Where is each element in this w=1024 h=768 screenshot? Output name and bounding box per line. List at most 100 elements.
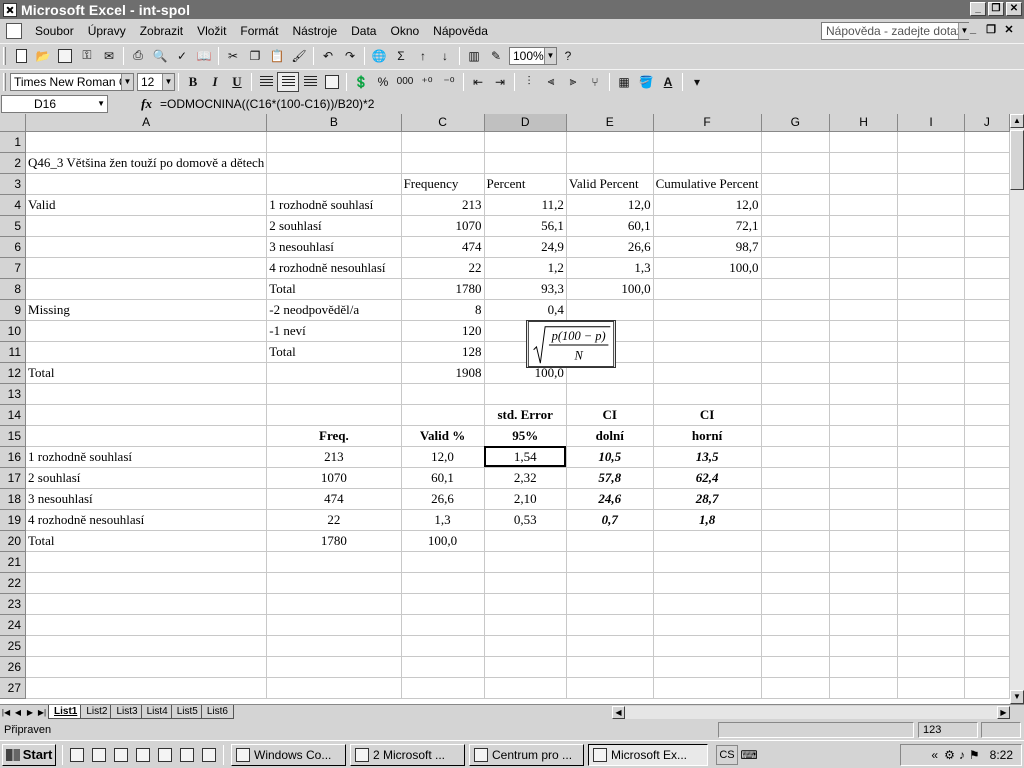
increase-indent-icon[interactable]: ⇥ [489,72,511,92]
cell[interactable]: dolní [566,425,654,447]
cell[interactable]: 128 [401,341,485,363]
cell[interactable] [266,383,402,405]
quicklaunch-desktop-icon[interactable] [66,745,88,765]
row-header[interactable]: 17 [0,467,27,489]
cell[interactable] [566,152,654,174]
zoom-select[interactable]: 100% ▼ [509,46,557,65]
cell[interactable] [761,341,830,363]
cell[interactable] [25,236,268,258]
quicklaunch-wave-icon[interactable] [154,745,176,765]
cell[interactable] [829,341,899,363]
cell[interactable] [401,131,485,153]
column-header[interactable]: E [566,114,654,132]
row-header[interactable]: 27 [0,677,27,699]
task-microsoft-excel[interactable]: Microsoft Ex... [588,743,708,766]
row-header[interactable]: 24 [0,614,27,636]
cell[interactable]: 93,3 [484,278,567,300]
menu-upravy[interactable]: Úpravy [81,21,133,41]
cell[interactable] [653,299,762,321]
cell[interactable] [964,278,1010,300]
row-header[interactable]: 2 [0,152,27,174]
cell[interactable] [25,425,268,447]
row-header[interactable]: 26 [0,656,27,678]
cell[interactable] [653,152,762,174]
cell[interactable] [484,635,567,657]
cell[interactable] [653,593,762,615]
menu-zobrazit[interactable]: Zobrazit [133,21,190,41]
decrease-decimal-icon[interactable]: ⁻⁰ [438,72,460,92]
cell[interactable] [897,509,965,531]
cell[interactable]: 4 rozhodně nesouhlasí [25,509,268,531]
cell[interactable]: 22 [401,257,485,279]
cell[interactable] [964,299,1010,321]
format-painter-icon[interactable]: 🖌 [288,46,310,66]
cell[interactable] [566,614,654,636]
cell[interactable] [829,488,899,510]
thousands-button[interactable]: 000 [394,72,416,92]
cell[interactable] [829,656,899,678]
cell[interactable]: 98,7 [653,236,762,258]
cell[interactable] [761,635,830,657]
row-header[interactable]: 1 [0,131,27,153]
cell[interactable]: 8 [401,299,485,321]
excel-app-icon[interactable] [3,2,17,17]
cell[interactable] [897,215,965,237]
row-header[interactable]: 14 [0,404,27,426]
cell[interactable] [829,194,899,216]
cell[interactable] [897,425,965,447]
tab-list1[interactable]: List1 [48,705,84,719]
tab-list3[interactable]: List3 [110,705,144,719]
cell[interactable]: 2 souhlasí [266,215,402,237]
cell[interactable] [484,572,567,594]
cell[interactable] [653,341,762,363]
cell[interactable]: 2,10 [484,488,567,510]
cell[interactable] [964,488,1010,510]
cell[interactable] [761,467,830,489]
cell[interactable] [897,173,965,195]
row-header[interactable]: 4 [0,194,27,216]
menu-data[interactable]: Data [344,21,383,41]
underline-button[interactable]: U [226,72,248,92]
column-header[interactable]: F [653,114,762,132]
cell[interactable] [266,404,402,426]
workbook-icon[interactable] [6,23,22,39]
cell[interactable] [653,677,762,699]
cell[interactable]: Total [25,530,268,552]
cell[interactable]: 3 nesouhlasí [25,488,268,510]
cell[interactable]: 2,32 [484,467,567,489]
paste-icon[interactable]: 📋 [266,46,288,66]
cell[interactable] [829,215,899,237]
cell[interactable] [401,677,485,699]
row-header[interactable]: 11 [0,341,27,363]
first-sheet-icon[interactable]: |◀ [0,708,12,717]
row-header[interactable]: 16 [0,446,27,468]
cell[interactable] [897,677,965,699]
autosum-icon[interactable]: Σ [390,46,412,66]
cell[interactable] [25,593,268,615]
cell[interactable]: 1,3 [566,257,654,279]
cell[interactable] [653,530,762,552]
row-header[interactable]: 7 [0,257,27,279]
merge-center-icon[interactable] [321,72,343,92]
cell[interactable]: Valid Percent [566,173,654,195]
cell[interactable] [761,278,830,300]
doc-restore-button[interactable]: ❐ [982,23,1000,36]
cell[interactable] [897,446,965,468]
row-header[interactable]: 9 [0,299,27,321]
cell[interactable] [897,341,965,363]
cell[interactable]: -2 neodpověděl/a [266,299,402,321]
email-icon[interactable]: ✉ [98,46,120,66]
task-windows-commander[interactable]: Windows Co... [231,743,346,766]
task-centrum[interactable]: Centrum pro ... [469,743,584,766]
cell[interactable] [266,152,402,174]
cell[interactable] [25,677,268,699]
cell[interactable]: 24,6 [566,488,654,510]
cell[interactable] [25,404,268,426]
cell[interactable] [829,404,899,426]
cell[interactable]: 3 nesouhlasí [266,236,402,258]
cell[interactable] [266,593,402,615]
cell[interactable] [25,656,268,678]
cell[interactable]: 62,4 [653,467,762,489]
cell[interactable]: CI [653,404,762,426]
menu-nastroje[interactable]: Nástroje [285,21,344,41]
